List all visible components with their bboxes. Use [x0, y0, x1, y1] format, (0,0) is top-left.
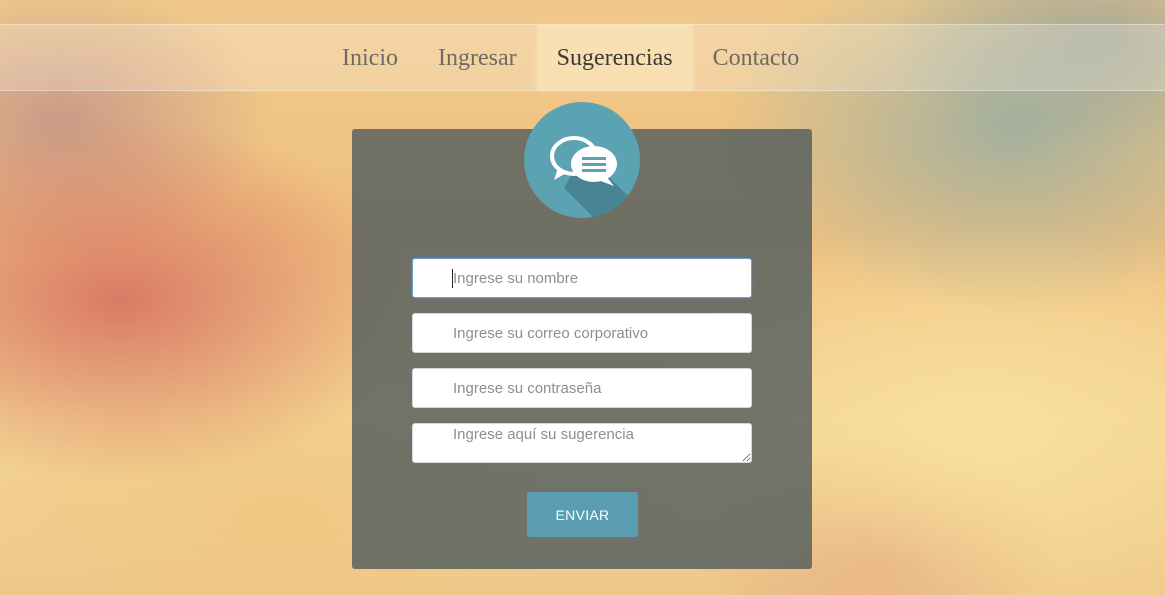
text-cursor	[452, 269, 453, 288]
nav-item-contacto[interactable]: Contacto	[693, 25, 820, 91]
suggestion-textarea[interactable]	[412, 423, 752, 463]
nav-item-inicio[interactable]: Inicio	[322, 25, 418, 91]
nav-item-ingresar[interactable]: Ingresar	[418, 25, 537, 91]
chat-bubbles-icon	[524, 102, 640, 218]
top-navbar: Inicio Ingresar Sugerencias Contacto	[0, 24, 1165, 91]
nav-item-sugerencias[interactable]: Sugerencias	[536, 25, 693, 91]
nav-menu: Inicio Ingresar Sugerencias Contacto	[322, 25, 819, 91]
email-input[interactable]	[412, 313, 752, 353]
name-input[interactable]	[412, 258, 752, 298]
submit-button[interactable]: ENVIAR	[527, 492, 638, 537]
password-input[interactable]	[412, 368, 752, 408]
